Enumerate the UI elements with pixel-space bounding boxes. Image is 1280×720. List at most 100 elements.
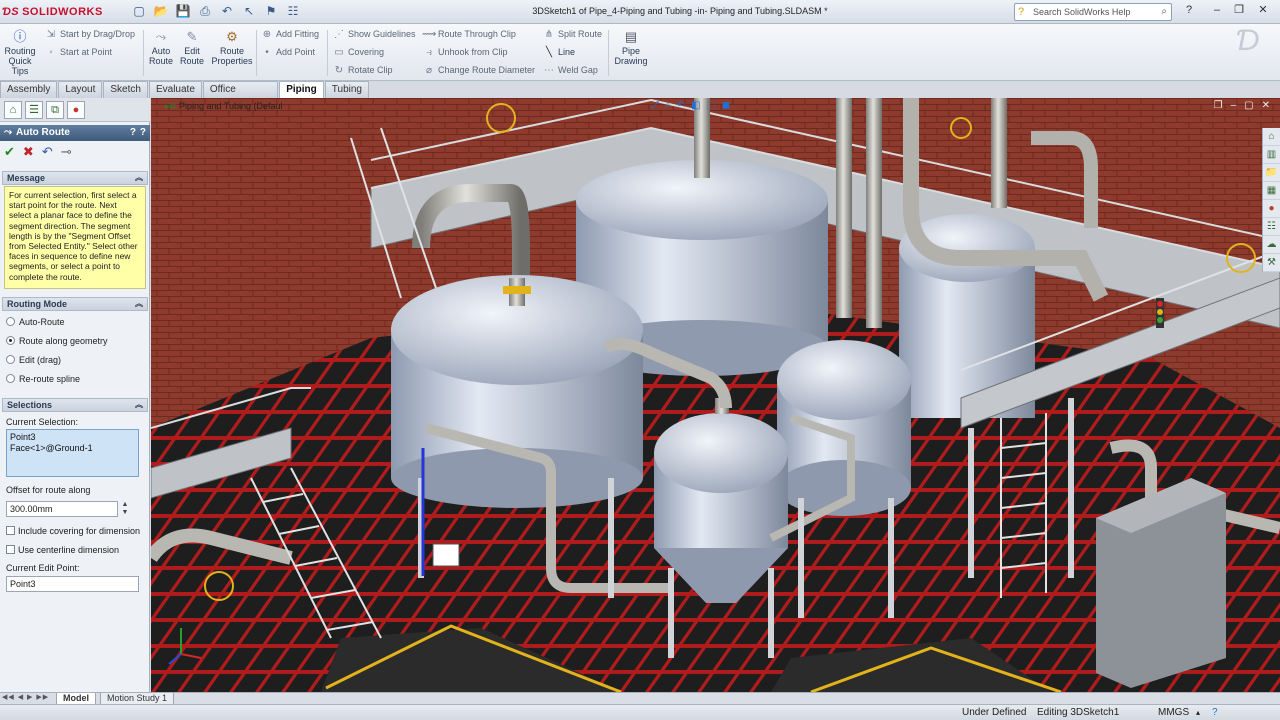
new-document-icon[interactable]: ▢ bbox=[130, 3, 148, 20]
appearances-icon[interactable]: ● bbox=[1263, 200, 1280, 218]
selection-item[interactable]: Point3 bbox=[10, 432, 135, 443]
tank-large-front[interactable] bbox=[391, 275, 643, 508]
radio-reroute-spline[interactable]: Re-route spline bbox=[6, 373, 80, 385]
add-point-button[interactable]: • Add Point bbox=[260, 44, 315, 60]
help-icon[interactable]: ? bbox=[1180, 3, 1198, 19]
current-edit-point-field[interactable]: Point3 bbox=[6, 576, 139, 592]
view-orientation-icon[interactable]: ⬚ bbox=[706, 100, 715, 111]
route-through-clip-button[interactable]: ⟿ Route Through Clip bbox=[422, 26, 516, 42]
select-pointer-icon[interactable]: ↖ bbox=[240, 3, 258, 20]
forum-icon[interactable]: ☁ bbox=[1263, 236, 1280, 254]
offset-input[interactable]: 300.00mm bbox=[6, 501, 118, 517]
message-section-header[interactable]: Message ︽ bbox=[2, 171, 148, 185]
tab-evaluate[interactable]: Evaluate bbox=[148, 81, 202, 98]
tab-sketch[interactable]: Sketch bbox=[103, 81, 148, 98]
route-clip-icon: ⟿ bbox=[422, 29, 437, 40]
graphics-area[interactable]: ▸⧉ Piping and Tubing (Defaul ⤢ ⌕ ↶ ◧ ⬚ ◼ … bbox=[151, 98, 1280, 692]
solidworks-resources-icon[interactable]: ⌂ bbox=[1263, 128, 1280, 146]
unhook-from-clip-button[interactable]: ⥽ Unhook from Clip bbox=[422, 44, 508, 60]
print-icon[interactable]: ⎙ bbox=[196, 3, 214, 20]
close-button[interactable]: ✕ bbox=[1254, 3, 1272, 19]
tab-piping[interactable]: Piping bbox=[279, 81, 324, 98]
previous-view-icon[interactable]: ↶ bbox=[677, 100, 685, 111]
line-button[interactable]: ╲ Line bbox=[542, 44, 575, 60]
pipe-drawing-button[interactable]: ▤ Pipe Drawing bbox=[612, 30, 650, 67]
cancel-x-icon[interactable]: ✖ bbox=[23, 145, 34, 159]
route-endpoint-marker[interactable] bbox=[432, 543, 460, 567]
magnifier-icon[interactable]: ⌕ bbox=[1161, 4, 1167, 20]
selections-section-header[interactable]: Selections ︽ bbox=[2, 398, 148, 412]
display-style-icon[interactable]: ◼ bbox=[722, 100, 730, 111]
pipe-drawing-label: Pipe Drawing bbox=[614, 46, 648, 66]
pipe[interactable] bbox=[836, 98, 852, 318]
start-at-point-button[interactable]: ◦ Start at Point bbox=[44, 44, 112, 60]
rotate-clip-button[interactable]: ↻ Rotate Clip bbox=[332, 62, 393, 78]
selection-item[interactable]: Face<1>@Ground-1 bbox=[10, 443, 135, 454]
auto-route-label: Auto Route bbox=[148, 46, 174, 66]
tank-medium[interactable] bbox=[777, 340, 911, 516]
minimize-button[interactable]: – bbox=[1208, 3, 1226, 19]
viewport-restore-icon[interactable]: ❐ bbox=[1214, 100, 1223, 111]
viewport-close-icon[interactable]: ✕ bbox=[1262, 100, 1270, 111]
pipe[interactable] bbox=[866, 98, 882, 328]
viewport-minimize-icon[interactable]: – bbox=[1231, 100, 1237, 111]
edit-route-button[interactable]: ✎ Edit Route bbox=[178, 30, 206, 67]
feature-manager-icon[interactable]: ⌂ bbox=[4, 101, 22, 119]
property-manager-icon[interactable]: ☰ bbox=[25, 101, 43, 119]
add-fitting-button[interactable]: ⊕ Add Fitting bbox=[260, 26, 319, 42]
ok-check-icon[interactable]: ✔ bbox=[4, 145, 15, 159]
undo-icon[interactable]: ↶ bbox=[42, 145, 53, 159]
custom-properties-icon[interactable]: ☷ bbox=[1263, 218, 1280, 236]
include-covering-checkbox[interactable]: Include covering for dimension bbox=[6, 525, 140, 537]
tab-layout[interactable]: Layout bbox=[58, 81, 103, 98]
show-guidelines-button[interactable]: ⋰ Show Guidelines bbox=[332, 26, 416, 42]
pushpin-icon[interactable]: ⊸ bbox=[61, 145, 72, 159]
viewport-maximize-icon[interactable]: ▢ bbox=[1244, 100, 1253, 111]
radio-edit-drag[interactable]: Edit (drag) bbox=[6, 354, 61, 366]
toolbox-icon[interactable]: ⚒ bbox=[1263, 254, 1280, 272]
context-help-icon[interactable]: ? bbox=[140, 125, 146, 141]
change-route-diameter-button[interactable]: ⌀ Change Route Diameter bbox=[422, 62, 535, 78]
plant-3d-model[interactable] bbox=[151, 98, 1280, 692]
section-view-icon[interactable]: ◧ bbox=[691, 100, 700, 111]
route-properties-button[interactable]: ⚙ Route Properties bbox=[210, 30, 254, 67]
start-by-drag-drop-button[interactable]: ⇲ Start by Drag/Drop bbox=[44, 26, 135, 42]
open-folder-icon[interactable]: 📂 bbox=[152, 3, 170, 20]
routing-mode-section-header[interactable]: Routing Mode ︽ bbox=[2, 297, 148, 311]
zoom-to-fit-icon[interactable]: ⤢ bbox=[651, 100, 659, 111]
current-selection-list[interactable]: Point3 Face<1>@Ground-1 bbox=[6, 429, 139, 477]
weld-gap-button[interactable]: ⋯ Weld Gap bbox=[542, 62, 598, 78]
radio-route-along-geometry[interactable]: Route along geometry bbox=[6, 335, 108, 347]
rebuild-icon[interactable]: ⚑ bbox=[262, 3, 280, 20]
view-palette-icon[interactable]: ▦ bbox=[1263, 182, 1280, 200]
search-input[interactable]: ? Search SolidWorks Help ⌕ bbox=[1014, 3, 1172, 21]
appearance-manager-icon[interactable]: ● bbox=[67, 101, 85, 119]
covering-button[interactable]: ▭ Covering bbox=[332, 44, 384, 60]
viewport-feature-tree[interactable]: ▸⧉ Piping and Tubing (Defaul bbox=[165, 101, 283, 112]
design-library-icon[interactable]: ▥ bbox=[1263, 146, 1280, 164]
tab-tubing[interactable]: Tubing bbox=[324, 81, 369, 98]
routing-quick-tips-button[interactable]: ⓘ Routing Quick Tips bbox=[4, 30, 36, 77]
status-units[interactable]: MMGS bbox=[1158, 705, 1189, 720]
tab-scroll-arrows-icon[interactable]: ◀◀ ◀ ▶ ▶▶ bbox=[2, 693, 49, 701]
use-centerline-checkbox[interactable]: Use centerline dimension bbox=[6, 544, 119, 556]
restore-button[interactable]: ❐ bbox=[1230, 3, 1248, 19]
help-icon[interactable]: ? bbox=[130, 125, 136, 141]
solidworks-logo[interactable]: ƊS SOLIDWORKS bbox=[2, 3, 102, 21]
unhook-from-clip-label: Unhook from Clip bbox=[438, 47, 508, 57]
pipe[interactable] bbox=[991, 98, 1007, 208]
file-explorer-icon[interactable]: 📁 bbox=[1263, 164, 1280, 182]
split-route-button[interactable]: ⋔ Split Route bbox=[542, 26, 602, 42]
tab-office-products[interactable]: Office Products bbox=[202, 81, 279, 111]
configuration-manager-icon[interactable]: ⧉ bbox=[46, 101, 64, 119]
save-icon[interactable]: 💾 bbox=[174, 3, 192, 20]
undo-icon[interactable]: ↶ bbox=[218, 3, 236, 20]
offset-spinner[interactable]: ▲ ▼ bbox=[120, 501, 130, 517]
units-menu-icon[interactable]: ▴ bbox=[1196, 705, 1200, 720]
radio-auto-route[interactable]: Auto-Route bbox=[6, 316, 65, 328]
help-status-icon[interactable]: ? bbox=[1212, 705, 1218, 720]
options-icon[interactable]: ☷ bbox=[284, 3, 302, 20]
auto-route-button[interactable]: ⤳ Auto Route bbox=[148, 30, 174, 67]
tab-assembly[interactable]: Assembly bbox=[0, 81, 58, 98]
zoom-area-icon[interactable]: ⌕ bbox=[665, 100, 671, 111]
